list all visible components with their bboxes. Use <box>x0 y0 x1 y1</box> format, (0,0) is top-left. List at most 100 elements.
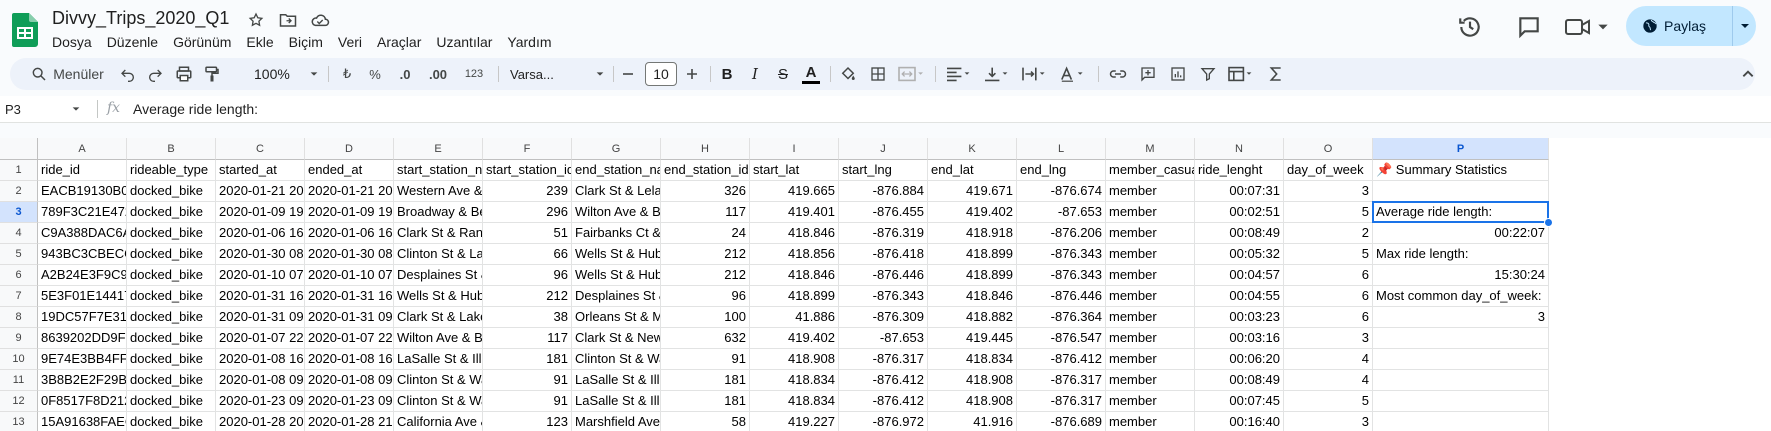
header-cell[interactable]: started_at <box>216 160 305 181</box>
table-cell[interactable]: Clark St & Leland <box>572 181 661 202</box>
table-cell[interactable]: docked_bike <box>127 370 216 391</box>
table-cell[interactable]: docked_bike <box>127 244 216 265</box>
search-menus-button[interactable]: Menüler <box>20 58 115 90</box>
meet-button[interactable] <box>1564 14 1614 40</box>
format-percent-button[interactable]: % <box>365 58 385 90</box>
table-cell[interactable]: 2020-01-31 16:42 <box>305 286 394 307</box>
table-cell[interactable]: -876.317 <box>1017 370 1106 391</box>
header-cell[interactable]: start_lat <box>750 160 839 181</box>
table-cell[interactable]: 00:08:49 <box>1195 223 1284 244</box>
column-header-k[interactable]: K <box>928 138 1017 160</box>
table-cell[interactable]: 15A91638FAEC2 <box>38 412 127 431</box>
table-cell[interactable]: 4 <box>1284 349 1373 370</box>
table-cell[interactable]: 3 <box>1284 181 1373 202</box>
horizontal-align-icon[interactable] <box>942 58 976 90</box>
table-cell[interactable]: 00:07:45 <box>1195 391 1284 412</box>
table-cell[interactable]: 419.671 <box>928 181 1017 202</box>
table-cell[interactable]: 326 <box>661 181 750 202</box>
table-cell[interactable]: -876.446 <box>839 265 928 286</box>
table-cell[interactable]: 19DC57F7E3140 <box>38 307 127 328</box>
table-cell[interactable]: member <box>1106 370 1195 391</box>
table-cell[interactable]: Broadway & Belmont <box>394 202 483 223</box>
insert-chart-icon[interactable] <box>1166 58 1190 90</box>
table-cell[interactable]: member <box>1106 391 1195 412</box>
table-cell[interactable]: Orleans St & Merchandise <box>572 307 661 328</box>
table-cell[interactable]: Most common day_of_week: <box>1373 286 1549 307</box>
table-cell[interactable]: -876.319 <box>839 223 928 244</box>
table-cell[interactable]: 00:06:20 <box>1195 349 1284 370</box>
table-cell[interactable]: 96 <box>483 265 572 286</box>
column-header-i[interactable]: I <box>750 138 839 160</box>
column-header-g[interactable]: G <box>572 138 661 160</box>
table-cell[interactable]: 418.908 <box>928 391 1017 412</box>
header-cell[interactable]: 📌 Summary Statistics <box>1373 160 1549 181</box>
table-cell[interactable]: EACB19130B0C <box>38 181 127 202</box>
table-cell[interactable]: 943BC3CBECCF <box>38 244 127 265</box>
table-cell[interactable]: LaSalle St & Illinois <box>572 370 661 391</box>
row-header[interactable]: 7 <box>0 286 38 307</box>
table-cell[interactable]: Wilton Ave & Belmont <box>394 328 483 349</box>
table-cell[interactable]: docked_bike <box>127 391 216 412</box>
document-title[interactable]: Divvy_Trips_2020_Q1 <box>52 8 229 29</box>
table-cell[interactable]: LaSalle St & Illinois <box>394 349 483 370</box>
table-cell[interactable]: Wilton Ave & Belmont <box>572 202 661 223</box>
table-cell[interactable]: 2020-01-09 19:29 <box>216 202 305 223</box>
table-cell[interactable]: member <box>1106 349 1195 370</box>
decrease-decimal-button[interactable]: .0 <box>393 58 417 90</box>
table-cell[interactable]: 419.401 <box>750 202 839 223</box>
table-cell[interactable]: 181 <box>483 349 572 370</box>
table-cell[interactable]: 6 <box>1284 265 1373 286</box>
table-cell[interactable]: 24 <box>661 223 750 244</box>
table-cell[interactable]: 123 <box>483 412 572 431</box>
table-cell[interactable]: 2020-01-23 09:38 <box>216 391 305 412</box>
table-cell[interactable]: 2020-01-28 21:09 <box>305 412 394 431</box>
table-cell[interactable]: Wells St & Hubbard <box>394 286 483 307</box>
table-cell[interactable]: 3 <box>1284 328 1373 349</box>
table-cell[interactable]: 0F8517F8D2128 <box>38 391 127 412</box>
table-cell[interactable]: member <box>1106 412 1195 431</box>
table-cell[interactable]: 3B8B2E2F29B63 <box>38 370 127 391</box>
table-cell[interactable]: -876.674 <box>1017 181 1106 202</box>
table-cell[interactable]: 418.899 <box>750 286 839 307</box>
table-cell[interactable]: docked_bike <box>127 328 216 349</box>
table-cell[interactable]: 00:04:55 <box>1195 286 1284 307</box>
table-cell[interactable]: 418.882 <box>928 307 1017 328</box>
table-cell[interactable]: 38 <box>483 307 572 328</box>
table-cell[interactable]: 2020-01-06 16:17 <box>216 223 305 244</box>
table-cell[interactable]: 212 <box>661 265 750 286</box>
table-cell[interactable]: 418.834 <box>750 370 839 391</box>
table-cell[interactable]: 00:03:16 <box>1195 328 1284 349</box>
table-cell[interactable]: 212 <box>483 286 572 307</box>
table-cell[interactable]: 00:07:31 <box>1195 181 1284 202</box>
column-header-j[interactable]: J <box>839 138 928 160</box>
header-cell[interactable]: ended_at <box>305 160 394 181</box>
table-cell[interactable] <box>1373 412 1549 431</box>
table-cell[interactable]: 789F3C21E472C <box>38 202 127 223</box>
table-cell[interactable]: 2020-01-30 08:37 <box>216 244 305 265</box>
table-cell[interactable]: 41.886 <box>750 307 839 328</box>
table-cell[interactable]: -876.972 <box>839 412 928 431</box>
table-cell[interactable]: member <box>1106 286 1195 307</box>
table-cell[interactable]: 58 <box>661 412 750 431</box>
table-cell[interactable]: 00:04:57 <box>1195 265 1284 286</box>
row-header[interactable]: 3 <box>0 202 38 223</box>
table-cell[interactable]: 418.846 <box>750 265 839 286</box>
table-cell[interactable]: -876.455 <box>839 202 928 223</box>
table-cell[interactable]: member <box>1106 244 1195 265</box>
strikethrough-button[interactable]: S <box>772 58 794 90</box>
column-header-d[interactable]: D <box>305 138 394 160</box>
insert-comment-icon[interactable] <box>1136 58 1160 90</box>
table-cell[interactable]: Average ride length: <box>1373 202 1549 223</box>
name-box[interactable]: P3 <box>5 96 85 122</box>
table-cell[interactable]: -876.418 <box>839 244 928 265</box>
column-header-a[interactable]: A <box>38 138 127 160</box>
header-cell[interactable]: end_station_id <box>661 160 750 181</box>
table-cell[interactable]: 00:02:51 <box>1195 202 1284 223</box>
table-cell[interactable]: 418.899 <box>928 244 1017 265</box>
table-cell[interactable]: C9A388DAC6AB <box>38 223 127 244</box>
table-cell[interactable]: 00:03:23 <box>1195 307 1284 328</box>
version-history-icon[interactable] <box>1457 14 1483 40</box>
table-cell[interactable]: 2020-01-09 19:32 <box>305 202 394 223</box>
table-cell[interactable]: 2020-01-31 09:39 <box>216 307 305 328</box>
row-header[interactable]: 1 <box>0 160 38 181</box>
